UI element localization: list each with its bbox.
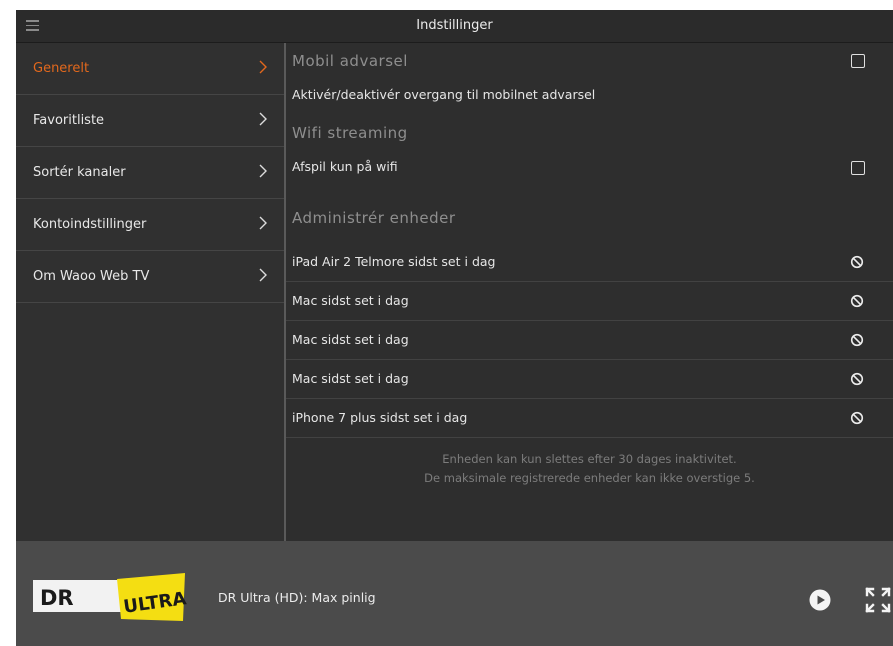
device-row: iPad Air 2 Telmore sidst set i dag [286, 243, 893, 282]
sidebar: Generelt Favoritliste Sortér kanaler Kon… [16, 43, 286, 541]
sidebar-item-label: Favoritliste [33, 113, 105, 128]
section-title-mobile-warning: Mobil advarsel [292, 52, 408, 70]
mobile-warning-description: Aktivér/deaktivér overgang til mobilnet … [292, 87, 596, 102]
program-title: DR Ultra (HD): Max pinlig [218, 590, 376, 605]
settings-content: Mobil advarsel Aktivér/deaktivér overgan… [286, 43, 893, 541]
sidebar-item-label: Generelt [33, 61, 90, 76]
channel-logo[interactable]: DR ULTRA [33, 573, 187, 623]
play-icon[interactable] [809, 589, 831, 611]
device-label: Mac sidst set i dag [292, 371, 409, 386]
wifi-only-checkbox[interactable] [851, 161, 865, 175]
sidebar-item-label: Om Waoo Web TV [33, 269, 150, 284]
chevron-right-icon [259, 164, 267, 178]
logo-dr-text: DR [40, 586, 74, 610]
device-label: iPhone 7 plus sidst set i dag [292, 410, 468, 425]
sidebar-item-label: Kontoindstillinger [33, 217, 147, 232]
block-icon[interactable] [850, 294, 864, 308]
player-bar: DR ULTRA DR Ultra (HD): Max pinlig [16, 541, 893, 646]
device-row: Mac sidst set i dag [286, 321, 893, 360]
mobile-warning-checkbox[interactable] [851, 54, 865, 68]
device-note-line2: De maksimale registrerede enheder kan ik… [424, 471, 755, 485]
wifi-only-label: Afspil kun på wifi [292, 159, 398, 174]
sidebar-item-kontoindstillinger[interactable]: Kontoindstillinger [16, 199, 284, 251]
block-icon[interactable] [850, 372, 864, 386]
sidebar-item-generelt[interactable]: Generelt [16, 43, 284, 95]
device-row: Mac sidst set i dag [286, 360, 893, 399]
app-window: Indstillinger Generelt Favoritliste Sort… [16, 10, 893, 646]
page-title: Indstillinger [416, 18, 493, 33]
block-icon[interactable] [850, 255, 864, 269]
block-icon[interactable] [850, 333, 864, 347]
fullscreen-icon[interactable] [864, 586, 892, 614]
section-title-devices: Administrér enheder [292, 209, 456, 227]
sidebar-item-favoritliste[interactable]: Favoritliste [16, 95, 284, 147]
sidebar-item-label: Sortér kanaler [33, 165, 126, 180]
device-label: Mac sidst set i dag [292, 332, 409, 347]
sidebar-item-sorter-kanaler[interactable]: Sortér kanaler [16, 147, 284, 199]
chevron-right-icon [259, 216, 267, 230]
block-icon[interactable] [850, 411, 864, 425]
section-title-wifi-streaming: Wifi streaming [292, 124, 408, 142]
device-label: Mac sidst set i dag [292, 293, 409, 308]
sidebar-item-om-waoo-web-tv[interactable]: Om Waoo Web TV [16, 251, 284, 303]
chevron-right-icon [259, 60, 267, 74]
top-bar: Indstillinger [16, 10, 893, 43]
chevron-right-icon [259, 268, 267, 282]
device-note-line1: Enheden kan kun slettes efter 30 dages i… [442, 452, 737, 466]
device-row: Mac sidst set i dag [286, 282, 893, 321]
device-row: iPhone 7 plus sidst set i dag [286, 399, 893, 438]
chevron-right-icon [259, 112, 267, 126]
device-label: iPad Air 2 Telmore sidst set i dag [292, 254, 496, 269]
